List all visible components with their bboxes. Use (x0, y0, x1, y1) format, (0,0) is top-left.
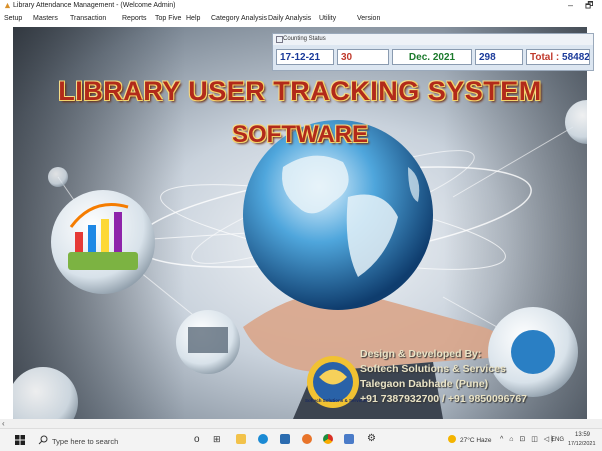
menu-help[interactable]: Help (186, 15, 200, 22)
banner-subtitle: SOFTWARE (232, 121, 368, 148)
month-count-field: 298 (475, 49, 523, 65)
settings-icon[interactable]: ⚙ (367, 433, 376, 444)
counting-status-title: Counting Status (283, 36, 326, 42)
minimize-button[interactable]: – (568, 0, 573, 11)
date-field: 17-12-21 (276, 49, 334, 65)
weather-text[interactable]: 27°C Haze (460, 437, 492, 444)
taskbar: Type here to search o ⊞ ⚙ 27°C Haze ^ ⌂ … (0, 428, 602, 451)
clock-time[interactable]: 13:59 (575, 432, 590, 438)
taskbar-search-input[interactable]: Type here to search (52, 437, 118, 446)
menu-top-five[interactable]: Top Five (155, 15, 181, 22)
counting-status-header: Counting Status (273, 34, 593, 45)
scroll-left-icon[interactable]: ‹ (2, 419, 5, 428)
day-count-field: 30 (337, 49, 389, 65)
system-tray-icons[interactable]: ^ ⌂ ⊡ ◫ ◁) (500, 435, 556, 443)
mail-icon[interactable] (280, 434, 290, 444)
horizontal-scrollbar[interactable]: ‹ (0, 419, 602, 428)
windows-start-icon[interactable] (15, 435, 25, 445)
menu-reports[interactable]: Reports (122, 15, 147, 22)
search-icon[interactable] (38, 435, 48, 445)
total-value: 58482 (562, 52, 590, 63)
left-margin (0, 27, 13, 419)
month-field: Dec. 2021 (392, 49, 472, 65)
file-explorer-icon[interactable] (236, 434, 246, 444)
library-app-icon[interactable] (344, 434, 354, 444)
menu-bar: Setup Masters Transaction Reports Top Fi… (0, 12, 602, 26)
app-icon (4, 2, 11, 9)
window-titlebar: Library Attendance Management - (Welcome… (0, 0, 602, 12)
chrome-icon[interactable] (323, 434, 333, 444)
right-margin (587, 27, 602, 419)
language-indicator[interactable]: ENG (551, 437, 564, 443)
company-logo-caption: Softech Solutions & Services (305, 398, 368, 403)
firefox-icon[interactable] (302, 434, 312, 444)
menu-category-analysis[interactable]: Category Analysis (211, 15, 267, 22)
menu-daily-analysis[interactable]: Daily Analysis (268, 15, 311, 22)
credits-location: Talegaon Dabhade (Pune) (360, 378, 489, 390)
menu-masters[interactable]: Masters (33, 15, 58, 22)
menu-utility[interactable]: Utility (319, 15, 336, 22)
banner-title: LIBRARY USER TRACKING SYSTEM (58, 76, 542, 106)
total-label: Total : (530, 52, 560, 63)
menu-version[interactable]: Version (357, 15, 380, 22)
task-view-icon[interactable]: ⊞ (213, 434, 221, 445)
credits-block: Design & Developed By: Softech Solutions… (360, 347, 527, 407)
credits-company: Softech Solutions & Services (360, 363, 506, 375)
weather-icon (448, 435, 456, 443)
window-icon (276, 36, 283, 43)
credits-heading: Design & Developed By: (360, 348, 482, 360)
restore-button[interactable]: 🗗 (585, 0, 593, 11)
total-field: Total : 58482 (526, 49, 590, 65)
background-image: LIBRARY USER TRACKING SYSTEM SOFTWARE De… (13, 27, 587, 419)
menu-transaction[interactable]: Transaction (70, 15, 106, 22)
counting-status-panel: Counting Status 17-12-21 30 Dec. 2021 29… (272, 33, 594, 71)
window-title: Library Attendance Management - (Welcome… (13, 2, 176, 9)
credits-phone: +91 7387932700 / +91 9850096767 (360, 393, 528, 405)
cortana-icon[interactable]: o (194, 434, 200, 445)
edge-icon[interactable] (258, 434, 268, 444)
menu-setup[interactable]: Setup (4, 15, 22, 22)
clock-date[interactable]: 17/12/2021 (568, 441, 596, 447)
